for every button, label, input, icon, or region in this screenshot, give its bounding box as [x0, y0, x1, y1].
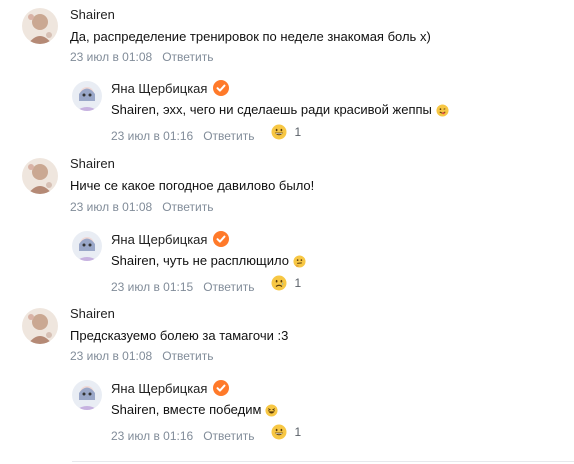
comment-text: Ниче се какое погодное давиловo было! [70, 178, 315, 193]
like-count: 1 [294, 425, 302, 439]
comment-date: 23 июл в 01:08 [70, 200, 153, 214]
reply-meta: 23 июл в 01:16 Ответить 1 [111, 424, 301, 443]
reply-button[interactable]: Ответить [203, 280, 254, 294]
like-reaction[interactable]: 1 [271, 124, 302, 140]
comment-author[interactable]: Shairen [70, 156, 115, 171]
reply-author: Яна Щербицкая [111, 80, 230, 96]
avatar[interactable] [72, 231, 102, 261]
comment-item: Shairen Ниче се какое погодное давиловo … [0, 150, 574, 300]
divider [72, 461, 574, 462]
reply-button[interactable]: Ответить [203, 129, 254, 143]
comment-meta: 23 июл в 01:08 Ответить [70, 349, 214, 363]
reply-author-name[interactable]: Яна Щербицкая [111, 232, 207, 247]
reply-author-name[interactable]: Яна Щербицкая [111, 81, 207, 96]
reply-text-body: Shairen, эхх, чего ни сделаешь ради крас… [111, 102, 432, 117]
reply-author: Яна Щербицкая [111, 231, 230, 247]
comment-item: Shairen Да, распределение тренировок по … [0, 0, 574, 150]
reply-date: 23 июл в 01:16 [111, 429, 194, 443]
like-count: 1 [294, 276, 302, 290]
avatar[interactable] [72, 81, 102, 111]
reply-button[interactable]: Ответить [162, 50, 213, 64]
thinking-face-icon [293, 255, 306, 268]
reply-date: 23 июл в 01:16 [111, 129, 194, 143]
reply-text: Shairen, вместе победим [111, 402, 278, 417]
avatar[interactable] [22, 308, 58, 344]
reply-date: 23 июл в 01:15 [111, 280, 194, 294]
reply-text-body: Shairen, чуть не расплющило [111, 253, 289, 268]
comment-date: 23 июл в 01:08 [70, 349, 153, 363]
reply-author-name[interactable]: Яна Щербицкая [111, 381, 207, 396]
grinning-face-icon [271, 124, 286, 140]
avatar[interactable] [22, 158, 58, 194]
comment-meta: 23 июл в 01:08 Ответить [70, 50, 214, 64]
verified-icon [213, 380, 230, 396]
like-reaction[interactable]: 1 [271, 424, 302, 440]
avatar[interactable] [72, 380, 102, 410]
verified-icon [213, 80, 230, 96]
grinning-face-icon [271, 424, 286, 440]
comment-text: Да, распределение тренировок по неделе з… [70, 29, 431, 44]
reply-text: Shairen, чуть не расплющило [111, 253, 306, 268]
comment-item: Shairen Предсказуемо болею за тамагочи :… [0, 300, 574, 460]
reply-meta: 23 июл в 01:16 Ответить 1 [111, 124, 301, 143]
winking-tongue-face-icon [435, 104, 449, 117]
comment-author[interactable]: Shairen [70, 306, 115, 321]
reply-button[interactable]: Ответить [162, 200, 213, 214]
reply-button[interactable]: Ответить [203, 429, 254, 443]
comment-text: Предсказуемо болею за тамагочи :3 [70, 328, 289, 343]
comment-author[interactable]: Shairen [70, 7, 115, 22]
reply-author: Яна Щербицкая [111, 380, 230, 396]
reply-text-body: Shairen, вместе победим [111, 402, 262, 417]
verified-icon [213, 231, 230, 247]
comment-meta: 23 июл в 01:08 Ответить [70, 200, 214, 214]
reply-text: Shairen, эхх, чего ни сделаешь ради крас… [111, 102, 449, 117]
like-count: 1 [294, 125, 302, 139]
reply-meta: 23 июл в 01:15 Ответить 1 [111, 275, 301, 294]
avatar[interactable] [22, 8, 58, 44]
reply-button[interactable]: Ответить [162, 349, 213, 363]
like-reaction[interactable]: 1 [271, 275, 302, 291]
comment-date: 23 июл в 01:08 [70, 50, 153, 64]
grinning-squinting-face-icon [265, 404, 278, 417]
sad-face-icon [271, 275, 286, 291]
